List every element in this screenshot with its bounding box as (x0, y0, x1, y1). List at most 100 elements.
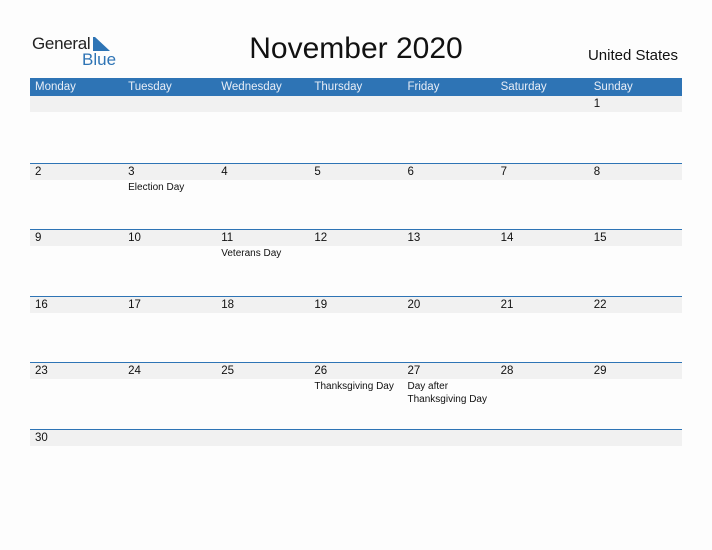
day-cell: 29 (589, 363, 682, 406)
day-cell: 5 (309, 164, 402, 194)
day-cell (589, 430, 682, 446)
day-number: 24 (128, 365, 141, 378)
day-cell: 23 (30, 363, 123, 406)
day-cell (123, 430, 216, 446)
day-cell: 24 (123, 363, 216, 406)
day-cell: 9 (30, 230, 123, 260)
day-cell: 16 (30, 297, 123, 313)
day-number: 30 (35, 431, 48, 444)
day-cell: 17 (123, 297, 216, 313)
week-row: 9 10 11 Veterans Day 12 13 14 15 (30, 229, 682, 296)
day-cell: 27 Day after Thanksgiving Day (403, 363, 496, 406)
day-number (128, 430, 216, 446)
day-number: 12 (314, 232, 328, 245)
day-number: 25 (221, 365, 235, 378)
week-row: 23 24 25 26 Thanksgiving Day 27 Day after Than… (30, 362, 682, 429)
day-number (408, 430, 496, 446)
holiday-label: Veterans Day (221, 248, 282, 260)
day-number: 19 (314, 298, 328, 311)
day-number: 11 (221, 232, 234, 245)
day-number: 6 (407, 165, 414, 178)
holiday-label: Thanksgiving Day (314, 381, 394, 393)
day-number (408, 96, 496, 112)
day-number: 15 (593, 232, 607, 245)
day-number: 9 (35, 232, 42, 245)
day-number: 23 (35, 365, 48, 378)
day-cell: 18 (216, 297, 309, 313)
week-cells: 23 24 25 26 Thanksgiving Day 27 Day after Than… (30, 363, 682, 406)
week-row: 2 3 Election Day 4 5 6 7 8 (30, 162, 682, 230)
day-cell: 13 (403, 230, 496, 260)
day-number: 3 (128, 165, 135, 178)
day-number: 29 (593, 365, 607, 378)
week-row: 30 (30, 428, 682, 496)
week-row: 1 (30, 96, 682, 163)
day-cell: 28 (496, 363, 589, 406)
day-cell: 12 (309, 230, 402, 260)
day-cell (216, 430, 309, 446)
day-number: 22 (593, 298, 607, 311)
day-number (314, 96, 402, 112)
day-cell: 10 (123, 230, 216, 260)
weekday-sunday: Sunday (593, 81, 633, 93)
week-cells: 30 (30, 430, 682, 446)
week-cells: 1 (30, 96, 682, 112)
day-number (501, 430, 589, 446)
day-cell: 1 (589, 96, 682, 112)
day-cell: 11 Veterans Day (216, 230, 309, 260)
day-number (594, 430, 682, 446)
day-number: 14 (500, 232, 514, 245)
weekday-wednesday: Wednesday (221, 81, 282, 93)
week-row: 16 17 18 19 20 21 22 (30, 295, 682, 363)
day-cell (30, 96, 123, 112)
day-cell: 14 (496, 230, 589, 260)
day-number: 26 (314, 365, 328, 378)
weekday-saturday: Saturday (500, 81, 547, 93)
day-cell: 4 (216, 164, 309, 194)
day-number: 21 (500, 298, 514, 311)
day-cell: 21 (496, 297, 589, 313)
country-label: United States (587, 47, 678, 64)
day-number: 20 (407, 298, 421, 311)
calendar-grid: Monday Tuesday Wednesday Thursday Friday Satu… (30, 78, 682, 496)
weekday-monday: Monday (35, 81, 76, 93)
day-number: 18 (221, 298, 235, 311)
day-number: 27 (407, 365, 421, 378)
week-cells: 16 17 18 19 20 21 22 (30, 297, 682, 313)
day-cell: 6 (403, 164, 496, 194)
day-number: 10 (128, 232, 141, 245)
calendar-weeks: 1 2 3 Election Day 4 5 6 7 8 9 10 11 Veterans Day 12 1… (30, 96, 682, 496)
day-number (221, 96, 309, 112)
day-number (314, 430, 402, 446)
day-cell: 3 Election Day (123, 164, 216, 194)
day-cell (496, 96, 589, 112)
week-cells: 2 3 Election Day 4 5 6 7 8 (30, 164, 682, 194)
day-cell: 20 (403, 297, 496, 313)
holiday-label: Election Day (128, 181, 185, 193)
day-cell: 8 (589, 164, 682, 194)
weekday-header: Monday Tuesday Wednesday Thursday Friday Satu… (30, 78, 682, 96)
day-number: 1 (593, 98, 601, 110)
day-number: 5 (314, 165, 321, 178)
day-number: 8 (593, 165, 601, 178)
day-number: 17 (128, 298, 141, 311)
day-number: 28 (500, 365, 514, 378)
weekday-tuesday: Tuesday (128, 81, 172, 93)
day-cell: 26 Thanksgiving Day (309, 363, 402, 406)
day-number (35, 96, 123, 112)
day-cell: 30 (30, 430, 123, 446)
day-number: 7 (500, 165, 508, 178)
day-cell (403, 430, 496, 446)
day-number: 13 (407, 232, 421, 245)
day-number (501, 96, 589, 112)
day-cell: 7 (496, 164, 589, 194)
day-number (221, 430, 309, 446)
day-cell (309, 96, 402, 112)
day-cell (496, 430, 589, 446)
day-cell (123, 96, 216, 112)
day-cell: 25 (216, 363, 309, 406)
day-number (128, 96, 216, 112)
day-number: 16 (35, 298, 48, 311)
day-cell: 15 (589, 230, 682, 260)
day-cell: 22 (589, 297, 682, 313)
